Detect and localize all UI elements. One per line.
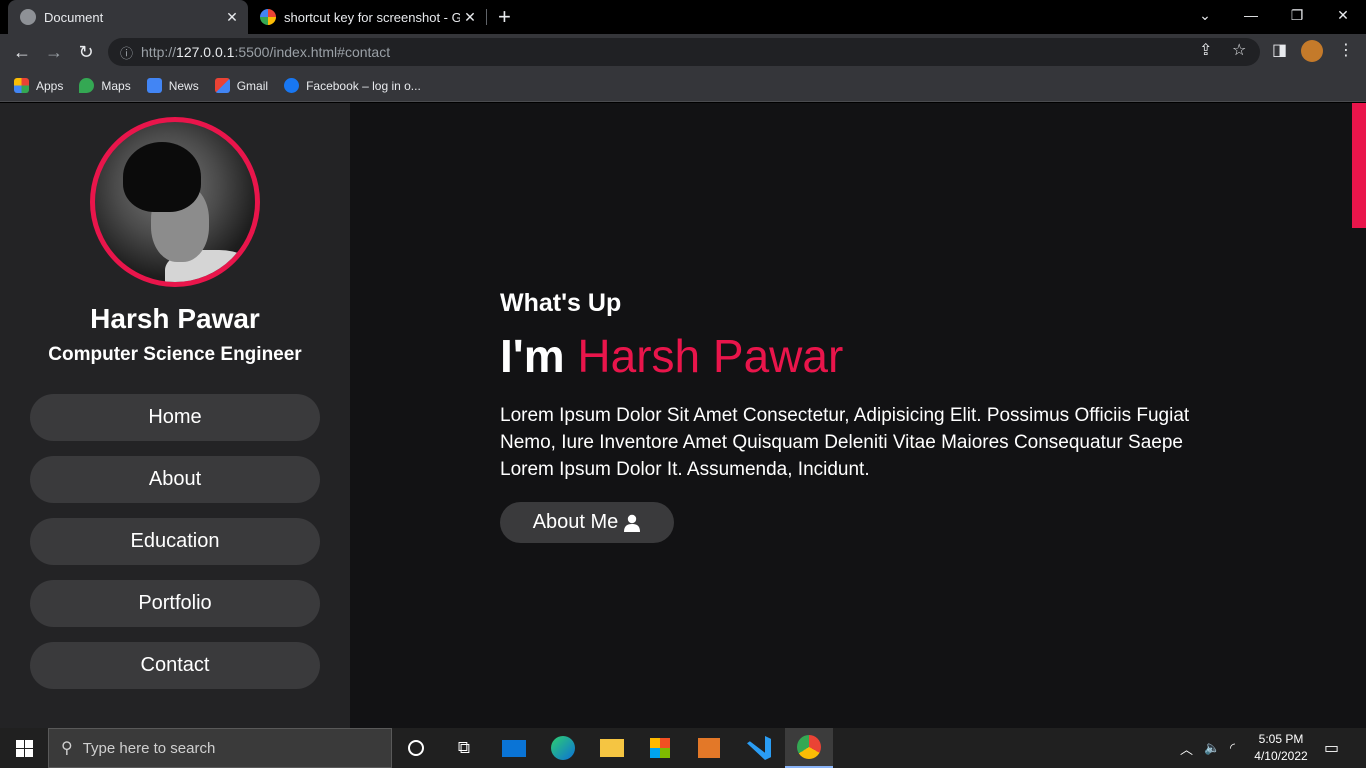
sidebar: Harsh Pawar Computer Science Engineer Ho… — [0, 103, 350, 728]
web-page: Harsh Pawar Computer Science Engineer Ho… — [0, 103, 1352, 728]
bookmark-maps[interactable]: Maps — [79, 78, 131, 93]
hero-name: Harsh Pawar — [577, 330, 844, 382]
hero-greeting: What's Up — [500, 289, 622, 317]
about-me-label: About Me — [532, 511, 619, 533]
show-hidden-icons[interactable]: ︿ — [1180, 728, 1193, 768]
system-clock[interactable]: 5:05 PM 4/10/2022 — [1248, 731, 1314, 765]
tab-title: Document — [44, 9, 104, 25]
search-placeholder: Type here to search — [82, 739, 216, 757]
hero-description: Lorem Ipsum Dolor Sit Amet Consectetur, … — [500, 405, 1190, 480]
clock-date: 4/10/2022 — [1254, 749, 1308, 763]
bookmark-facebook[interactable]: Facebook – log in o... — [284, 78, 421, 93]
microsoft-store-icon[interactable] — [636, 728, 684, 768]
apps-grid-icon — [14, 78, 29, 93]
about-me-button[interactable]: About Me — [500, 502, 674, 543]
facebook-icon — [284, 78, 300, 93]
bookmark-gmail[interactable]: Gmail — [214, 78, 269, 93]
bookmark-label: Maps — [101, 78, 131, 93]
bookmark-label: Gmail — [236, 78, 269, 93]
url-path: :5500/index.html#contact — [234, 44, 391, 60]
clock-time: 5:05 PM — [1258, 732, 1304, 746]
profile-avatar[interactable] — [1301, 40, 1323, 62]
minimize-button[interactable]: — — [1228, 0, 1274, 30]
profile-name: Harsh Pawar — [90, 303, 260, 334]
profile-photo — [90, 117, 260, 287]
news-icon — [146, 78, 162, 93]
back-button[interactable]: ← — [11, 41, 33, 63]
bookmark-apps[interactable]: Apps — [14, 78, 63, 93]
address-bar[interactable]: ⓘ http://127.0.0.1:5500/index.html#conta… — [108, 38, 1260, 66]
share-icon[interactable]: ⇪ — [1199, 40, 1212, 60]
bookmark-star-icon[interactable]: ☆ — [1232, 40, 1246, 60]
close-tab-icon[interactable]: ✕ — [460, 9, 480, 26]
nav-education[interactable]: Education — [30, 518, 320, 565]
tab-title: shortcut key for screenshot - Goo — [284, 9, 460, 25]
bookmark-label: Apps — [36, 78, 64, 93]
url-host: 127.0.0.1 — [176, 44, 235, 60]
notifications-icon[interactable]: ▭ — [1324, 728, 1339, 768]
browser-toolbar: ← → ↻ ⓘ http://127.0.0.1:5500/index.html… — [0, 34, 1366, 70]
nav-home[interactable]: Home — [30, 394, 320, 441]
url-scheme: http:// — [141, 44, 177, 60]
windows-taskbar: ⚲ Type here to search ⧉ ︿ 🔈 ◜ 5:05 PM 4/… — [0, 728, 1366, 768]
hero-intro: I'm — [500, 330, 565, 382]
cortana-icon[interactable] — [392, 728, 440, 768]
sidebar-nav: Home About Education Portfolio Contact — [30, 394, 320, 704]
close-tab-icon[interactable]: ✕ — [222, 9, 242, 26]
globe-icon — [20, 9, 36, 25]
tab-strip: Document ✕ shortcut key for screenshot -… — [0, 0, 1366, 34]
search-icon: ⚲ — [61, 740, 73, 757]
user-icon — [624, 514, 641, 532]
tab-document[interactable]: Document ✕ — [8, 0, 248, 34]
bookmark-label: Facebook – log in o... — [306, 78, 421, 93]
bookmarks-bar: Apps Maps News Gmail Facebook – log in o… — [0, 70, 1366, 102]
close-window-button[interactable]: ✕ — [1320, 0, 1366, 30]
google-icon — [260, 9, 276, 25]
task-view-icon[interactable]: ⧉ — [440, 728, 488, 768]
hero-headline: I'm Harsh Pawar — [500, 329, 843, 383]
bookmark-news[interactable]: News — [146, 78, 199, 93]
side-panel-icon[interactable]: ◨ — [1272, 40, 1287, 60]
nav-about[interactable]: About — [30, 456, 320, 503]
nav-contact[interactable]: Contact — [30, 642, 320, 689]
profile-role: Computer Science Engineer — [48, 344, 302, 365]
tab-google-search[interactable]: shortcut key for screenshot - Goo ✕ — [250, 0, 486, 34]
menu-kebab-icon[interactable]: ⋮ — [1338, 40, 1354, 60]
start-button[interactable] — [0, 728, 48, 768]
windows-logo-icon — [15, 739, 33, 757]
mail-app-icon[interactable] — [490, 728, 538, 768]
media-player-icon[interactable] — [685, 728, 733, 768]
edge-browser-icon[interactable] — [539, 728, 587, 768]
new-tab-button[interactable]: + — [498, 4, 511, 30]
taskbar-search-box[interactable]: ⚲ Type here to search — [48, 728, 392, 768]
forward-button[interactable]: → — [43, 41, 65, 63]
scrollbar-thumb[interactable] — [1352, 103, 1366, 228]
volume-icon[interactable]: 🔈 — [1204, 728, 1220, 768]
vscode-icon[interactable] — [735, 728, 783, 768]
restore-button[interactable]: ❐ — [1274, 0, 1320, 30]
photo-hair — [123, 142, 201, 212]
tab-divider — [486, 9, 487, 25]
network-icon[interactable]: ◜ — [1230, 728, 1235, 768]
chrome-taskbar-icon[interactable] — [785, 728, 833, 768]
maps-pin-icon — [79, 78, 95, 93]
info-icon[interactable]: ⓘ — [120, 43, 133, 62]
nav-portfolio[interactable]: Portfolio — [30, 580, 320, 627]
reload-button[interactable]: ↻ — [75, 41, 97, 63]
bookmark-label: News — [168, 78, 199, 93]
tab-search-icon[interactable]: ⌄ — [1182, 0, 1228, 30]
gmail-icon — [214, 78, 230, 93]
file-explorer-icon[interactable] — [588, 728, 636, 768]
